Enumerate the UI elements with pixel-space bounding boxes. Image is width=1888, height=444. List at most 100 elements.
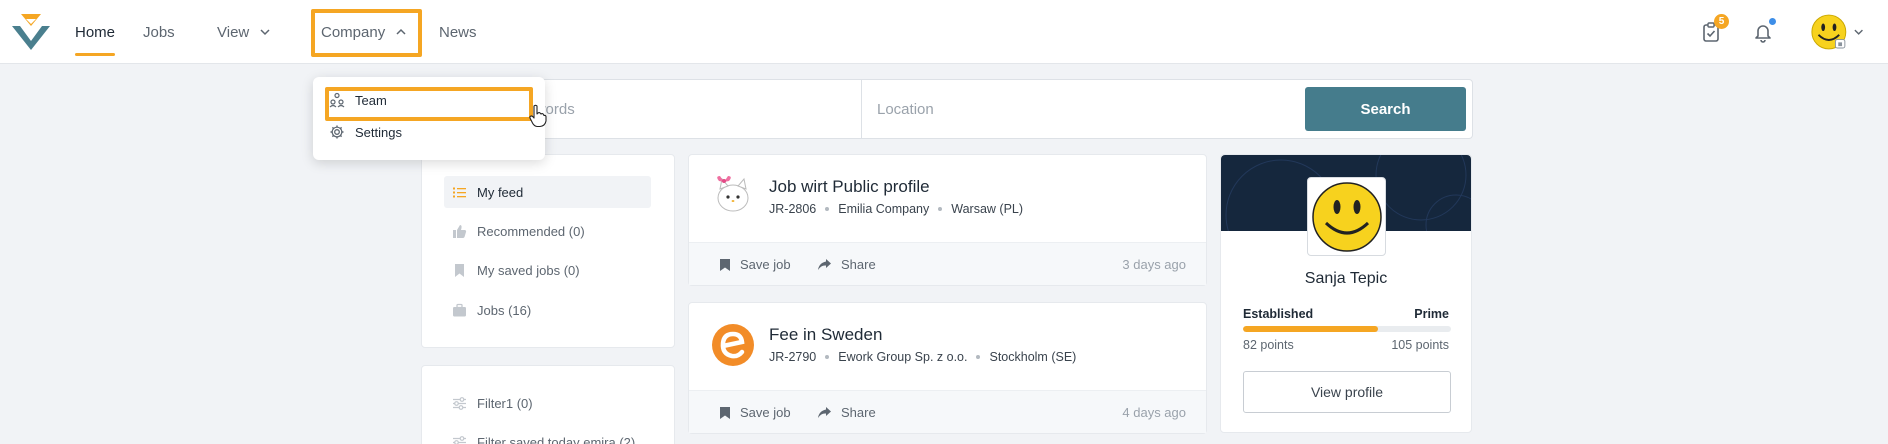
bookmark-icon — [720, 406, 730, 419]
current-level: Established — [1243, 307, 1314, 321]
sidebar-item-jobs[interactable]: Jobs (16) — [444, 294, 651, 326]
list-icon — [453, 187, 466, 197]
location-input[interactable]: Location — [877, 80, 1287, 138]
save-job-label: Save job — [740, 405, 791, 420]
menu-item-team-label: Team — [355, 92, 387, 108]
sidebar-item-saved-jobs[interactable]: My saved jobs (0) — [444, 254, 651, 286]
share-label: Share — [841, 405, 876, 420]
sidebar-item-label: Recommended (0) — [477, 223, 585, 239]
job-card-footer: Save job Share 4 days ago — [689, 390, 1206, 433]
menu-item-settings[interactable]: Settings — [329, 119, 529, 145]
current-points: 82 points — [1243, 338, 1294, 352]
tasks-button[interactable]: 5 — [1696, 14, 1729, 47]
job-card-header[interactable]: Job wirt Public profile JR-2806 Emilia C… — [689, 155, 1206, 245]
job-company: Emilia Company — [838, 202, 930, 216]
job-reference: JR-2806 — [769, 202, 817, 216]
tasks-count-badge: 5 — [1714, 14, 1729, 29]
job-meta: JR-2790 Ework Group Sp. z o.o. Stockholm… — [769, 350, 1076, 364]
user-menu[interactable] — [1810, 12, 1864, 52]
job-location: Warsaw (PL) — [951, 202, 1024, 216]
search-divider — [861, 80, 862, 138]
separator-dot — [976, 355, 981, 359]
nav-news[interactable]: News — [439, 0, 477, 64]
briefcase-icon — [453, 303, 466, 316]
profile-avatar[interactable] — [1307, 177, 1386, 256]
next-level-points: 105 points — [1391, 338, 1449, 352]
level-progress-fill — [1243, 326, 1379, 332]
sidebar-item-label: Filter saved today emira (2) — [477, 434, 636, 444]
nav-news-label: News — [439, 23, 477, 41]
menu-item-settings-label: Settings — [355, 124, 402, 140]
job-card: Job wirt Public profile JR-2806 Emilia C… — [688, 154, 1207, 286]
gear-icon — [330, 125, 344, 139]
nav-home[interactable]: Home — [75, 0, 116, 64]
sliders-icon — [453, 435, 466, 444]
share-icon — [818, 259, 831, 270]
company-logo — [717, 176, 749, 212]
next-level: Prime — [1414, 307, 1449, 321]
sidebar-item-filter-saved-today[interactable]: Filter saved today emira (2) — [444, 426, 664, 444]
job-title[interactable]: Fee in Sweden — [769, 325, 882, 345]
sidebar-item-label: My saved jobs (0) — [477, 262, 580, 278]
notifications-button[interactable] — [1748, 17, 1778, 47]
company-dropdown-menu: Team Settings — [313, 77, 545, 160]
nav-view-label: View — [217, 23, 250, 41]
view-profile-button[interactable]: View profile — [1243, 371, 1451, 413]
nav-company-label: Company — [321, 23, 386, 41]
top-navigation-bar: Home Jobs View Company News 5 — [0, 0, 1888, 64]
sidebar-item-label: Filter1 (0) — [477, 395, 533, 411]
job-meta: JR-2806 Emilia Company Warsaw (PL) — [769, 202, 1023, 216]
active-tab-indicator — [75, 53, 116, 56]
job-card-header[interactable]: Fee in Sweden JR-2790 Ework Group Sp. z … — [689, 303, 1206, 393]
save-job-button[interactable]: Save job — [719, 391, 791, 434]
job-location: Stockholm (SE) — [989, 350, 1077, 364]
smiley-avatar-image — [1311, 181, 1382, 252]
profile-name: Sanja Tepic — [1304, 270, 1388, 287]
job-search-bar: Job title or keywords Location Search — [421, 79, 1473, 139]
separator-dot — [938, 207, 943, 211]
share-button[interactable]: Share — [817, 243, 876, 286]
location-placeholder: Location — [877, 100, 934, 118]
nav-company[interactable]: Company — [321, 0, 407, 64]
saved-filters-card: Filter1 (0) Filter saved today emira (2) — [421, 365, 675, 444]
notification-dot — [1768, 17, 1777, 26]
bookmark-icon — [720, 258, 730, 271]
sidebar-item-my-feed[interactable]: My feed — [444, 176, 651, 208]
nav-home-label: Home — [75, 23, 116, 41]
chevron-down-icon — [1854, 29, 1863, 35]
feed-navigation-card: My feed Recommended (0) My saved jobs (0… — [421, 154, 675, 348]
level-progress-bar — [1243, 326, 1451, 332]
share-icon — [818, 407, 831, 418]
save-job-button[interactable]: Save job — [719, 243, 791, 286]
nav-view[interactable]: View — [217, 0, 271, 64]
hand-pointer-icon — [529, 104, 547, 128]
separator-dot — [825, 207, 830, 211]
job-card-footer: Save job Share 3 days ago — [689, 242, 1206, 285]
posted-time: 4 days ago — [1122, 405, 1186, 420]
team-icon — [329, 92, 345, 108]
job-company: Ework Group Sp. z o.o. — [838, 350, 968, 364]
sidebar-item-recommended[interactable]: Recommended (0) — [444, 215, 651, 247]
menu-item-team[interactable]: Team — [329, 87, 529, 113]
share-label: Share — [841, 257, 876, 272]
nav-jobs[interactable]: Jobs — [143, 0, 175, 64]
sidebar-item-label: My feed — [477, 184, 524, 200]
job-title[interactable]: Job wirt Public profile — [769, 177, 930, 197]
posted-time: 3 days ago — [1122, 257, 1186, 272]
search-button[interactable]: Search — [1305, 87, 1466, 131]
bookmark-icon — [455, 263, 464, 277]
sidebar-item-label: Jobs (16) — [477, 302, 532, 318]
share-button[interactable]: Share — [817, 391, 876, 434]
chevron-up-icon — [396, 28, 406, 35]
company-logo — [712, 324, 754, 366]
avatar — [1811, 14, 1847, 50]
job-card: Fee in Sweden JR-2790 Ework Group Sp. z … — [688, 302, 1207, 434]
thumbs-up-icon — [453, 224, 467, 238]
nav-jobs-label: Jobs — [143, 23, 175, 41]
chevron-down-icon — [260, 29, 270, 36]
profile-card: Sanja Tepic Established Prime 82 points … — [1220, 154, 1472, 433]
separator-dot — [825, 355, 830, 359]
app-logo[interactable] — [8, 12, 54, 52]
sidebar-item-filter1[interactable]: Filter1 (0) — [444, 387, 651, 419]
sliders-icon — [453, 396, 466, 410]
